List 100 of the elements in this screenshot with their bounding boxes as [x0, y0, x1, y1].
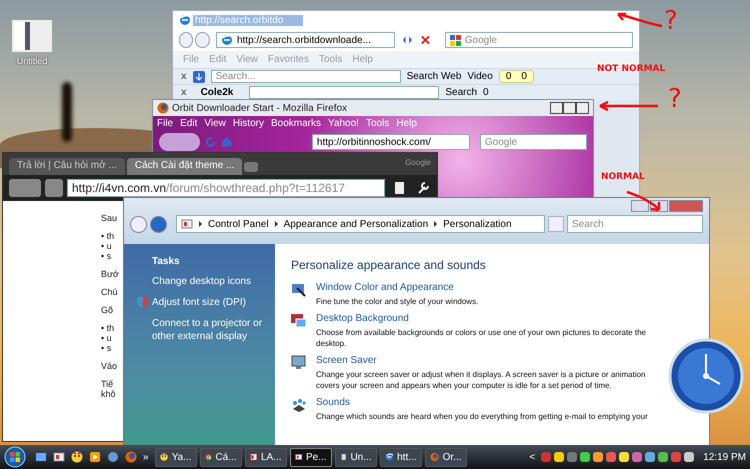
video-button[interactable]: Video: [467, 71, 493, 82]
tray-icon: [541, 452, 552, 462]
address-text: http://search.orbitdownloade...: [236, 34, 371, 46]
search-field[interactable]: Google: [480, 134, 587, 150]
control-panel-icon[interactable]: [53, 451, 65, 463]
address-field[interactable]: http://i4vn.com.vn/forum/showthread.php?t=112617: [67, 179, 385, 197]
arrow-drawing: [614, 10, 664, 30]
back-button[interactable]: [179, 32, 194, 48]
menu-item[interactable]: Yahoo!: [328, 118, 359, 128]
clock-text[interactable]: 12:19 PM: [703, 452, 746, 462]
page-text-fragment: Bướ: [101, 269, 119, 279]
browser-tab[interactable]: Trả lời | Câu hỏi mở ...: [9, 158, 125, 175]
page-text-fragment: khô: [101, 389, 116, 399]
tray-icon: [619, 452, 630, 462]
window-color-icon: [291, 282, 306, 297]
taskbar-button[interactable]: Pe...: [290, 448, 332, 466]
taskbar-button[interactable]: htt...: [380, 448, 422, 466]
shortcut-thumbnail-icon[interactable]: [12, 20, 52, 52]
tray-icon: [593, 452, 604, 462]
app-icon: [384, 451, 394, 463]
task-link[interactable]: Change desktop icons: [152, 275, 275, 288]
control-panel-icon: [181, 218, 193, 230]
menu-item[interactable]: File: [157, 118, 174, 128]
search-placeholder: Search...: [216, 71, 256, 82]
address-field[interactable]: http://search.orbitdownloade...: [216, 32, 396, 48]
breadcrumb-item[interactable]: Appearance and Personalization: [284, 218, 428, 230]
minimize-button[interactable]: [550, 102, 563, 114]
page-text-fragment: • th: [101, 323, 114, 333]
browser-logo-icon[interactable]: [125, 451, 137, 463]
description-text: Change your screen saver or adjust when it displays. A screen saver is a picture or animation: [316, 369, 646, 380]
counter-value: 0: [506, 71, 512, 82]
tray-icon: [567, 452, 578, 462]
desktop-icon[interactable]: [35, 451, 47, 463]
app-icon: [294, 451, 302, 463]
search-field[interactable]: Search...: [210, 70, 401, 83]
taskbar-button[interactable]: Cá...: [200, 448, 242, 466]
search-placeholder: Google: [464, 34, 497, 46]
browser-tab[interactable]: Cách Cài đặt theme ...: [126, 158, 242, 175]
task-link[interactable]: Connect to a projector or other external display: [152, 317, 275, 343]
description-text: Choose from available backgrounds or colors or use one of your own pictures to decorate the: [316, 327, 646, 338]
description-text: desktop.: [316, 338, 346, 349]
address-field[interactable]: Control Panel Appearance and Personalization Personalization: [176, 215, 545, 233]
address-field[interactable]: http://orbitinnoshock.com/: [312, 134, 470, 150]
sounds-icon: [291, 397, 306, 412]
new-tab-button[interactable]: [244, 162, 258, 172]
tray-icon: [554, 452, 564, 462]
menu-item[interactable]: Edit: [180, 118, 198, 128]
menu-item[interactable]: View: [204, 118, 226, 128]
settings-link[interactable]: Window Color and Appearance: [316, 282, 454, 293]
menu-item[interactable]: Tools: [366, 118, 390, 128]
page-text-fragment: • s: [101, 343, 112, 353]
taskbar-button[interactable]: Un...: [334, 448, 377, 466]
close-toolbar-button[interactable]: x: [181, 87, 187, 98]
window-title: http://search.orbitdo: [193, 14, 304, 26]
task-pane-heading: Tasks: [152, 256, 181, 267]
annotation-label: NOT NORMAL: [597, 64, 666, 74]
close-button[interactable]: [576, 102, 589, 114]
breadcrumb-item[interactable]: Personalization: [443, 218, 512, 230]
close-toolbar-button[interactable]: x: [181, 71, 187, 82]
search-field[interactable]: [249, 86, 440, 99]
taskbar-button[interactable]: Ya...: [154, 448, 197, 466]
back-button[interactable]: [130, 216, 147, 232]
page-text-fragment: • th: [101, 231, 114, 241]
more-button[interactable]: »: [140, 452, 152, 462]
question-mark: ?: [668, 84, 682, 114]
tray-expand-button[interactable]: <: [526, 452, 538, 462]
screensaver-icon: [291, 355, 306, 370]
settings-link[interactable]: Screen Saver: [316, 355, 377, 366]
background-icon: [291, 313, 306, 328]
count-label: 0: [483, 87, 489, 98]
settings-link[interactable]: Sounds: [316, 397, 350, 408]
globe-icon[interactable]: [107, 451, 119, 463]
app-icon: [204, 451, 212, 463]
url-text: http://i4vn.com.vn/forum/showthread.php?t=112617: [72, 181, 345, 195]
download-arrow-icon: [192, 70, 205, 82]
browser-logo-icon: [179, 14, 191, 26]
menu-item[interactable]: History: [232, 118, 264, 128]
smiley-icon[interactable]: [71, 451, 83, 463]
menu-item[interactable]: Bookmarks: [270, 118, 321, 128]
forward-button[interactable]: [195, 32, 210, 48]
task-link[interactable]: Adjust font size (DPI): [152, 296, 275, 309]
multicolor-square-icon: [450, 34, 461, 46]
reload-button[interactable]: [45, 179, 63, 197]
question-mark: ?: [664, 6, 678, 36]
forward-button[interactable]: [150, 216, 167, 232]
search-button[interactable]: Search: [445, 87, 478, 98]
search-web-button[interactable]: Search Web: [406, 71, 462, 82]
taskbar-button[interactable]: Or...: [424, 448, 467, 466]
taskbar-button[interactable]: LA...: [244, 448, 287, 466]
address-text: http://orbitinnoshock.com/: [316, 136, 431, 148]
maximize-button[interactable]: [563, 102, 576, 114]
breadcrumb-item[interactable]: Control Panel: [208, 218, 269, 230]
settings-link[interactable]: Desktop Background: [316, 313, 409, 324]
back-forward-button[interactable]: [159, 133, 200, 151]
page-text-fragment: Tiế: [101, 379, 114, 389]
section-heading: Personalize appearance and sounds: [291, 258, 487, 272]
media-player-icon[interactable]: [89, 451, 101, 463]
search-field[interactable]: Google: [444, 32, 634, 48]
search-field[interactable]: Search: [567, 215, 703, 233]
refresh-icon: [204, 136, 216, 148]
